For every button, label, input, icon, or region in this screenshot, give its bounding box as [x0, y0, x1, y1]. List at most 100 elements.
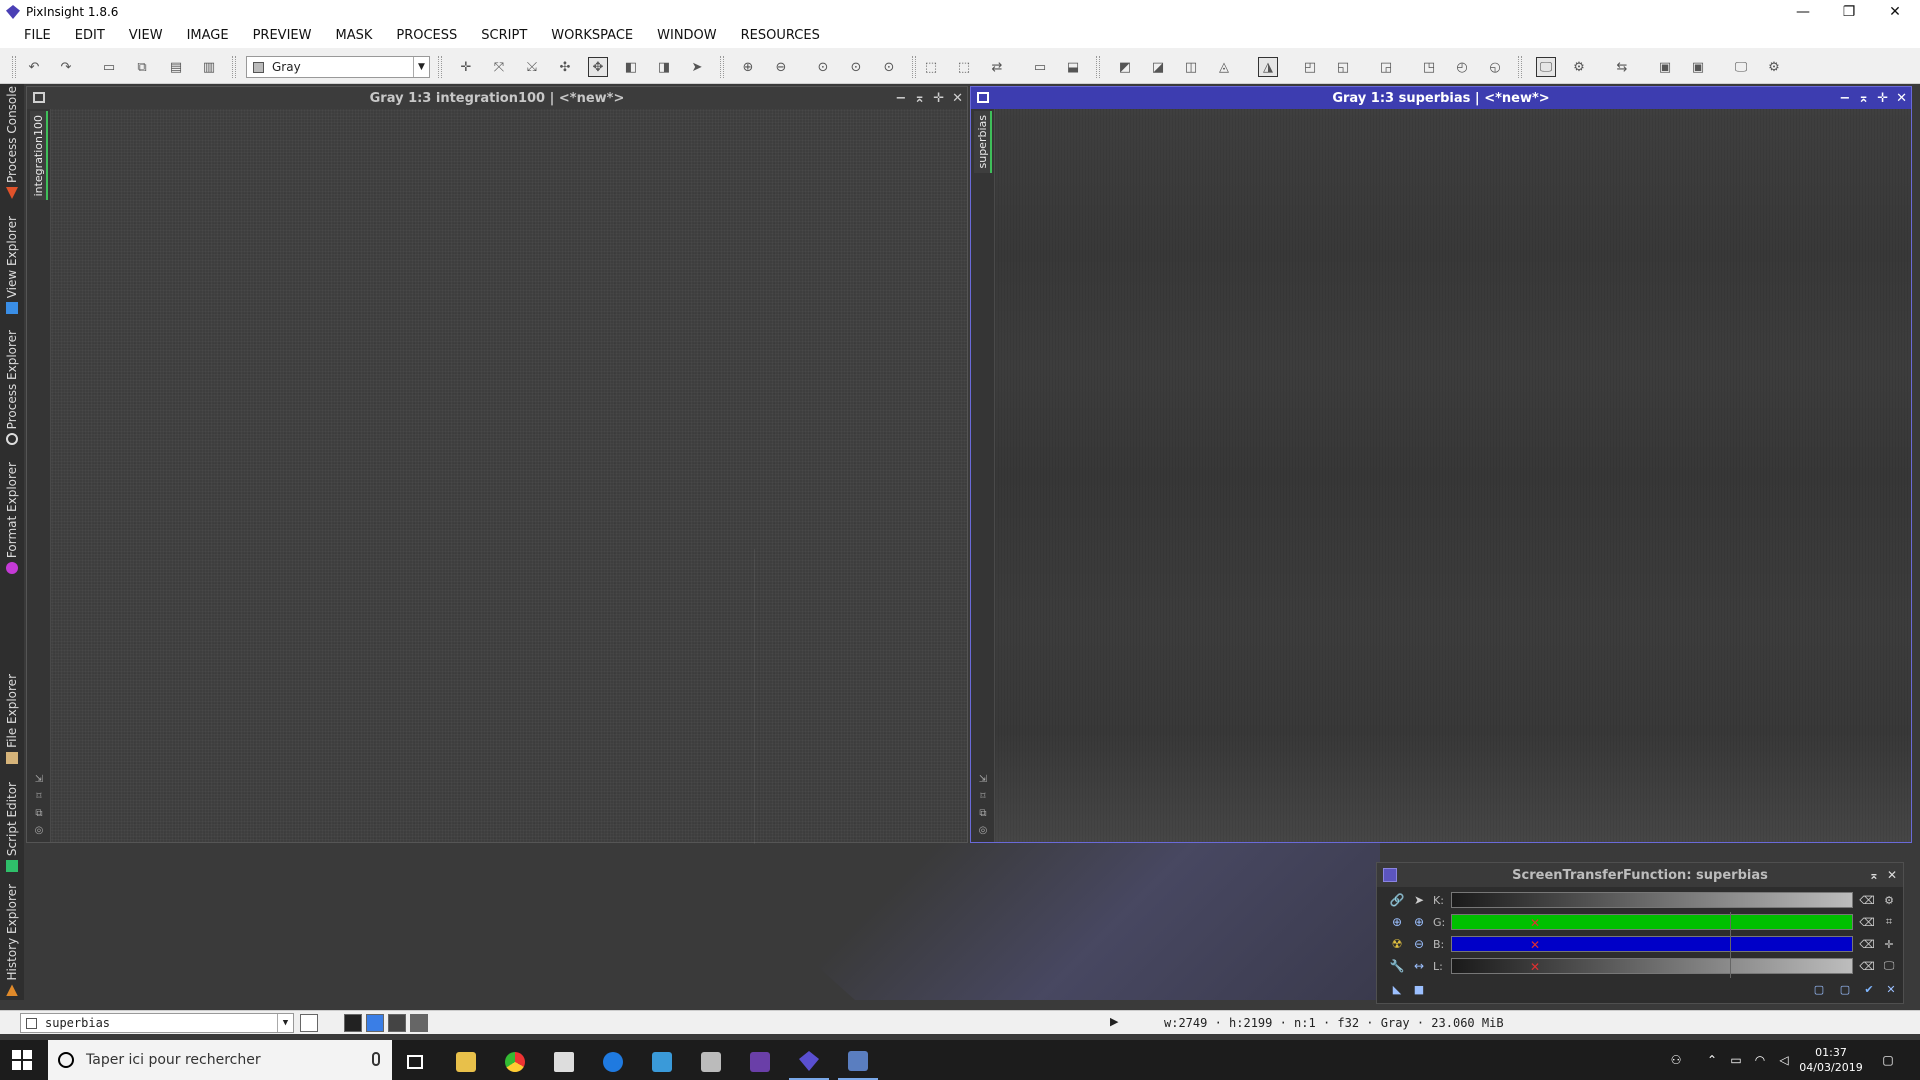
view-tab-integration100[interactable]: integration100	[30, 111, 48, 201]
chevron-up-icon[interactable]: ⌃	[1704, 1052, 1720, 1068]
people-icon[interactable]: ⚇	[1668, 1052, 1684, 1068]
menu-image[interactable]: IMAGE	[175, 24, 241, 48]
zoom-3-1-icon[interactable]: ⊙	[879, 57, 899, 77]
battery-icon[interactable]: ▭	[1728, 1052, 1744, 1068]
close-icon[interactable]: ✕	[1887, 868, 1897, 882]
menu-preview[interactable]: PREVIEW	[241, 24, 324, 48]
clock[interactable]: 01:37 04/03/2019	[1796, 1045, 1866, 1075]
zoom-in-icon[interactable]: ⊕	[1411, 914, 1427, 930]
taskbar-search[interactable]: Taper ici pour rechercher	[48, 1040, 392, 1080]
script-run-icon[interactable]: ◳	[1419, 57, 1439, 77]
chevron-down-icon[interactable]: ▼	[277, 1014, 293, 1032]
process-redo-icon[interactable]: ◲	[1376, 57, 1396, 77]
stf-channel-slider[interactable]: ✕	[1451, 956, 1853, 978]
script-edit-icon[interactable]: ◴	[1452, 57, 1472, 77]
fit-icon[interactable]: ⌑	[980, 791, 985, 802]
shade-icon[interactable]: ⌅	[1869, 868, 1879, 882]
stf-channel-slider[interactable]: ✕	[1451, 912, 1853, 934]
stf-title-bar[interactable]: ScreenTransferFunction: superbias ⌅ ✕	[1377, 863, 1903, 887]
image-window-superbias[interactable]: Gray 1:3 superbias | <*new*> − ⌅ ✛ ✕ sup…	[970, 86, 1912, 843]
mask-new-icon[interactable]: ◩	[1115, 57, 1135, 77]
reset-icon[interactable]: ✕	[1883, 981, 1899, 997]
minimize-button[interactable]: —	[1780, 0, 1826, 24]
zoom-2-1-icon[interactable]: ⊙	[846, 57, 866, 77]
close-icon[interactable]: ✕	[1896, 91, 1907, 106]
menu-file[interactable]: FILE	[12, 24, 63, 48]
copy-icon[interactable]: ⧉	[35, 808, 42, 819]
start-button[interactable]	[12, 1050, 32, 1070]
close-icon[interactable]: ✕	[952, 91, 963, 106]
zoom-out-icon[interactable]: ⊖	[1411, 936, 1427, 952]
mask-invert-icon[interactable]: ◫	[1181, 57, 1201, 77]
toolbar-grip[interactable]	[12, 56, 16, 78]
reset-channel-icon[interactable]: ⌫	[1859, 958, 1875, 974]
play-icon[interactable]: ▶	[1110, 1015, 1118, 1028]
image-canvas[interactable]	[51, 109, 967, 844]
reset-channel-icon[interactable]: ⌫	[1859, 936, 1875, 952]
pan-mode-icon[interactable]: ✥	[588, 57, 608, 77]
process-apply-icon[interactable]: ◰	[1300, 57, 1320, 77]
view-toggle-button[interactable]	[300, 1014, 318, 1032]
new-image-icon[interactable]: ▭	[99, 57, 119, 77]
zoom-icon[interactable]: ⊕	[1389, 914, 1405, 930]
shrink-arrow-icon[interactable]: ⇲	[35, 774, 43, 785]
view-tab-superbias[interactable]: superbias	[974, 111, 992, 173]
chrome-icon[interactable]	[495, 1044, 535, 1080]
fit-view-icon[interactable]: ⤧	[489, 57, 509, 77]
apply-global-icon[interactable]: ■	[1411, 981, 1427, 997]
menu-workspace[interactable]: WORKSPACE	[539, 24, 645, 48]
midtones-marker[interactable]	[1730, 912, 1731, 934]
save-image-icon[interactable]: ▤	[166, 57, 186, 77]
process-undo-icon[interactable]: ◱	[1333, 57, 1353, 77]
new-preview-icon[interactable]: ⬚	[921, 57, 941, 77]
fit-icon[interactable]: ⌗	[1881, 914, 1897, 930]
monitor-icon[interactable]: 🖵	[1881, 958, 1897, 974]
copy-icon[interactable]: ⧉	[979, 808, 986, 819]
mail-icon[interactable]	[544, 1044, 584, 1080]
app-icon[interactable]	[642, 1044, 682, 1080]
mask-select-icon[interactable]: ◪	[1148, 57, 1168, 77]
menu-resources[interactable]: RESOURCES	[729, 24, 832, 48]
workspace-settings-icon[interactable]: ⚙	[1764, 57, 1784, 77]
redo-icon[interactable]: ↷	[56, 57, 76, 77]
shrink-view-icon[interactable]: ⤩	[522, 57, 542, 77]
apply-icon[interactable]: ✔	[1861, 981, 1877, 997]
zoom-out-icon[interactable]: ⊖	[771, 57, 791, 77]
close-button[interactable]: ✕	[1872, 0, 1918, 24]
shade-icon[interactable]: ⌅	[1858, 91, 1869, 106]
dock-tab-script-editor[interactable]: Script Editor	[0, 782, 24, 876]
window-menu-icon[interactable]	[33, 92, 45, 103]
workspace-icon[interactable]: 🖵	[1731, 57, 1751, 77]
window-menu-icon[interactable]	[977, 92, 989, 103]
minimize-icon[interactable]: −	[895, 91, 906, 106]
stf-channel-slider[interactable]	[1451, 892, 1853, 908]
volume-icon[interactable]: ◁	[1776, 1052, 1792, 1068]
menu-mask[interactable]: MASK	[323, 24, 384, 48]
fit-icon[interactable]: ⌑	[36, 791, 41, 802]
zoom-1-1-icon[interactable]: ⊙	[813, 57, 833, 77]
image-canvas[interactable]	[995, 109, 1911, 842]
menu-edit[interactable]: EDIT	[63, 24, 117, 48]
view-selector[interactable]: superbias ▼	[20, 1013, 294, 1033]
astro-app-icon[interactable]	[740, 1044, 780, 1080]
dock-tab-view-explorer[interactable]: View Explorer	[0, 216, 24, 318]
link-icon[interactable]: 🔗	[1389, 892, 1405, 908]
target-icon[interactable]: ◎	[979, 825, 988, 836]
stf-link-icon[interactable]: ▣	[1655, 57, 1675, 77]
mask-remove-icon[interactable]: ◬	[1214, 57, 1234, 77]
reset-channel-icon[interactable]: ⌫	[1859, 892, 1875, 908]
readout-mode-icon[interactable]: ◧	[621, 57, 641, 77]
dock-tab-file-explorer[interactable]: File Explorer	[0, 674, 24, 768]
background-blue-button[interactable]	[366, 1014, 384, 1032]
maximize-icon[interactable]: ✛	[933, 91, 944, 106]
microphone-icon[interactable]	[372, 1052, 380, 1066]
dock-tab-format-explorer[interactable]: Format Explorer	[0, 462, 24, 578]
new-instance-icon[interactable]: ◣	[1389, 981, 1405, 997]
window-taskbar-icon[interactable]	[838, 1044, 878, 1080]
dock-tab-process-console[interactable]: Process Console	[0, 86, 24, 203]
notification-icon[interactable]: ▢	[1880, 1052, 1896, 1068]
settings-icon[interactable]: ⚙	[1881, 892, 1897, 908]
preview-toggle-icon[interactable]: ⇄	[987, 57, 1007, 77]
maximize-icon[interactable]: ✛	[1877, 91, 1888, 106]
pointer-icon[interactable]: ➤	[687, 57, 707, 77]
